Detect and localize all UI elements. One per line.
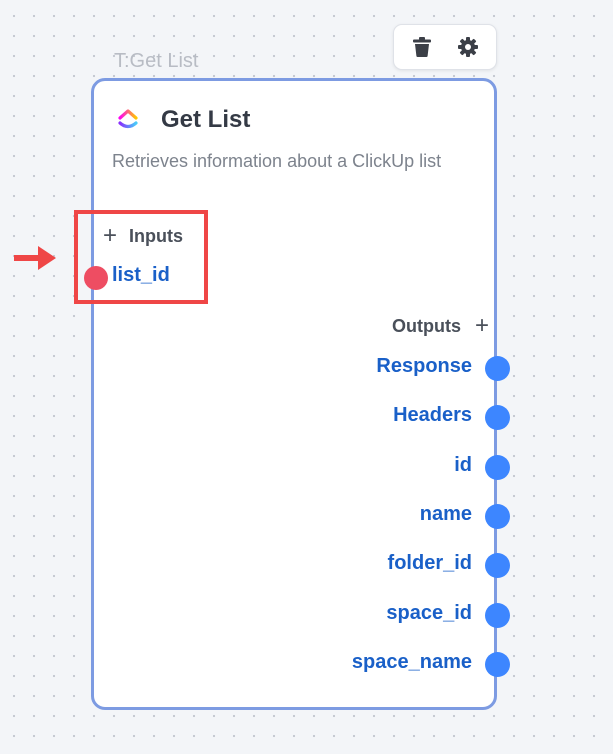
- annotation-arrow-icon: [14, 246, 56, 270]
- outputs-header: Outputs +: [392, 314, 489, 338]
- output-label-space-id: space_id: [386, 602, 472, 624]
- output-label-id: id: [454, 454, 472, 476]
- output-port-headers[interactable]: [485, 405, 510, 430]
- output-label-response: Response: [376, 355, 472, 377]
- node-type-tag: T:Get List: [114, 50, 199, 72]
- output-port-folder-id[interactable]: [485, 553, 510, 578]
- node-description: Retrieves information about a ClickUp li…: [112, 151, 442, 171]
- trash-icon[interactable]: [411, 36, 433, 58]
- output-port-space-name[interactable]: [485, 652, 510, 677]
- node-toolbar: [393, 24, 497, 70]
- node-title: Get List: [161, 106, 251, 133]
- output-port-name[interactable]: [485, 504, 510, 529]
- output-port-space-id[interactable]: [485, 603, 510, 628]
- output-label-name: name: [419, 503, 472, 525]
- clickup-logo-icon: [116, 107, 140, 131]
- output-label-headers: Headers: [393, 404, 472, 426]
- output-port-id[interactable]: [485, 455, 510, 480]
- output-label-folder-id: folder_id: [387, 552, 472, 574]
- outputs-label: Outputs: [391, 315, 461, 336]
- output-label-space-name: space_name: [351, 651, 472, 673]
- add-output-icon[interactable]: +: [475, 314, 489, 338]
- output-port-response[interactable]: [485, 356, 510, 381]
- gear-icon[interactable]: [457, 36, 479, 58]
- annotation-highlight-box: [74, 210, 208, 304]
